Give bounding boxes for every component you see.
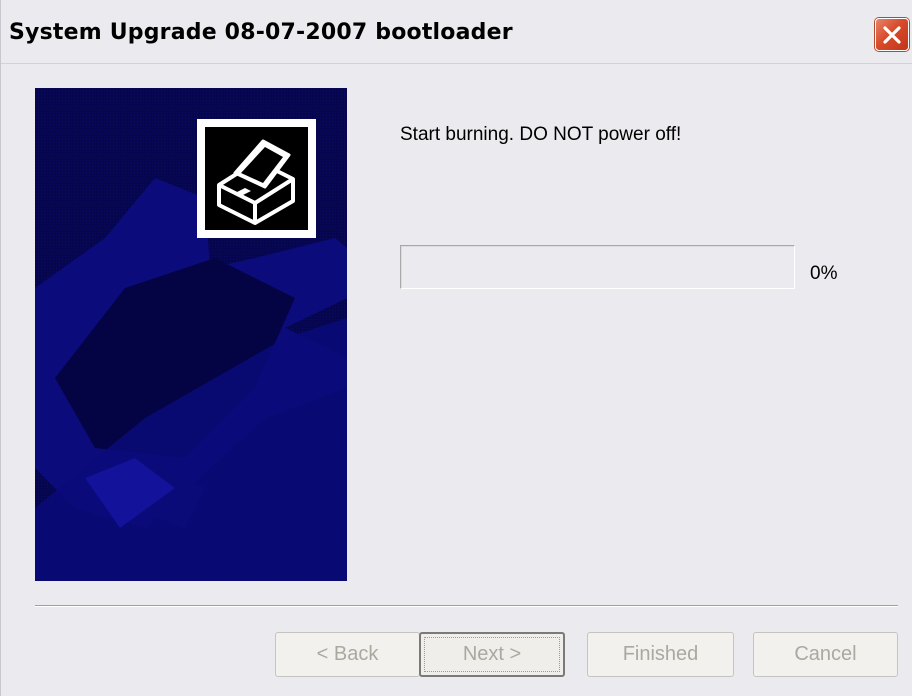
finished-button[interactable]: Finished bbox=[587, 632, 734, 677]
back-button[interactable]: < Back bbox=[275, 632, 420, 677]
next-button[interactable]: Next > bbox=[419, 632, 565, 677]
close-button[interactable] bbox=[875, 18, 909, 51]
title-bar[interactable]: System Upgrade 08-07-2007 bootloader bbox=[1, 0, 912, 64]
wizard-window: System Upgrade 08-07-2007 bootloader Sta… bbox=[0, 0, 912, 696]
progress-bar bbox=[400, 245, 795, 289]
printer-icon bbox=[197, 119, 316, 238]
window-title: System Upgrade 08-07-2007 bootloader bbox=[9, 20, 513, 45]
status-message: Start burning. DO NOT power off! bbox=[400, 124, 682, 145]
close-icon bbox=[883, 26, 901, 44]
separator bbox=[35, 605, 898, 607]
cancel-button[interactable]: Cancel bbox=[753, 632, 898, 677]
progress-percent: 0% bbox=[810, 263, 838, 284]
